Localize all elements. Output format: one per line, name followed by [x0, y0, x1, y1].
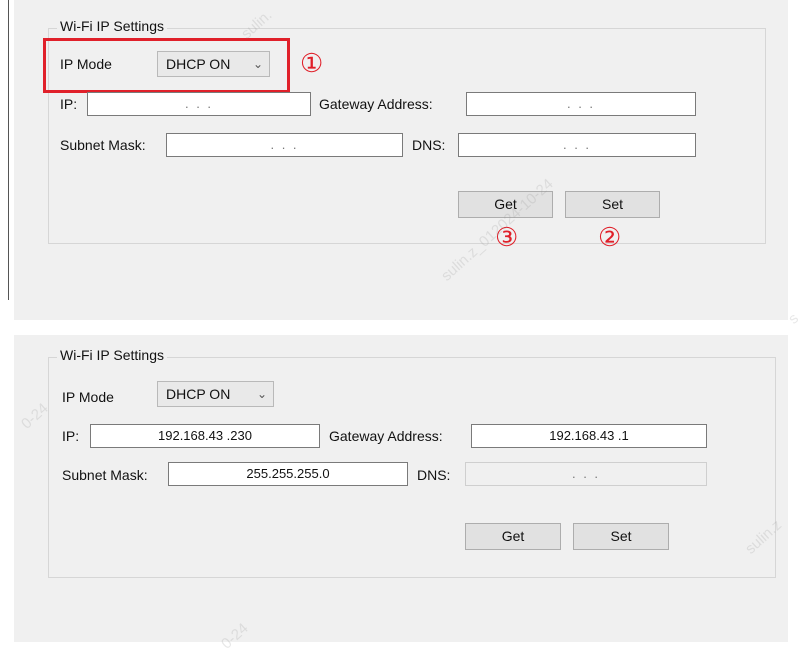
- get-button-bottom[interactable]: Get: [465, 523, 561, 550]
- subnet-mask-field-top[interactable]: . . .: [166, 133, 403, 157]
- dns-label-bottom: DNS:: [417, 467, 451, 483]
- subnet-mask-field-bottom[interactable]: 255.255.255.0: [168, 462, 408, 486]
- ip-field-value-top: . . .: [184, 96, 214, 111]
- gateway-field-top[interactable]: . . .: [466, 92, 696, 116]
- subnet-mask-label-bottom: Subnet Mask:: [62, 467, 148, 483]
- subnet-mask-label-top: Subnet Mask:: [60, 137, 146, 153]
- subnet-mask-value-top: . . .: [270, 137, 299, 152]
- highlight-box-ip-mode: [43, 38, 290, 93]
- gateway-label-top: Gateway Address:: [319, 96, 433, 112]
- set-button-bottom[interactable]: Set: [573, 523, 669, 550]
- ip-label-top: IP:: [60, 96, 78, 112]
- gateway-field-value-top: . . .: [566, 96, 596, 111]
- gateway-field-value-bottom: 192.168.43 .1: [549, 428, 629, 443]
- annotation-step-2: ②: [598, 222, 622, 252]
- subnet-mask-value-bottom: 255.255.255.0: [246, 466, 330, 481]
- dns-field-bottom: . . .: [465, 462, 707, 486]
- ip-field-bottom[interactable]: 192.168.43 .230: [90, 424, 320, 448]
- chevron-down-icon: ⌄: [256, 387, 267, 401]
- gateway-field-bottom[interactable]: 192.168.43 .1: [471, 424, 707, 448]
- group-title-top: Wi-Fi IP Settings: [57, 18, 167, 34]
- dns-field-value-top: . . .: [562, 137, 592, 152]
- left-border-line: [8, 0, 9, 300]
- ip-mode-label-bottom: IP Mode: [62, 389, 114, 405]
- dns-field-top[interactable]: . . .: [458, 133, 696, 157]
- ip-field-value-bottom: 192.168.43 .230: [158, 428, 252, 443]
- set-button-top[interactable]: Set: [565, 191, 660, 218]
- dns-label-top: DNS:: [412, 137, 446, 153]
- ip-mode-select-bottom[interactable]: DHCP ON ⌄: [157, 381, 274, 407]
- ip-field-top[interactable]: . . .: [87, 92, 311, 116]
- ip-mode-value-bottom: DHCP ON: [166, 386, 231, 402]
- dns-field-value-bottom: . . .: [571, 466, 601, 481]
- group-title-bottom: Wi-Fi IP Settings: [57, 347, 167, 363]
- gateway-label-bottom: Gateway Address:: [329, 428, 443, 444]
- annotation-step-1: ①: [300, 48, 324, 78]
- ip-label-bottom: IP:: [62, 428, 80, 444]
